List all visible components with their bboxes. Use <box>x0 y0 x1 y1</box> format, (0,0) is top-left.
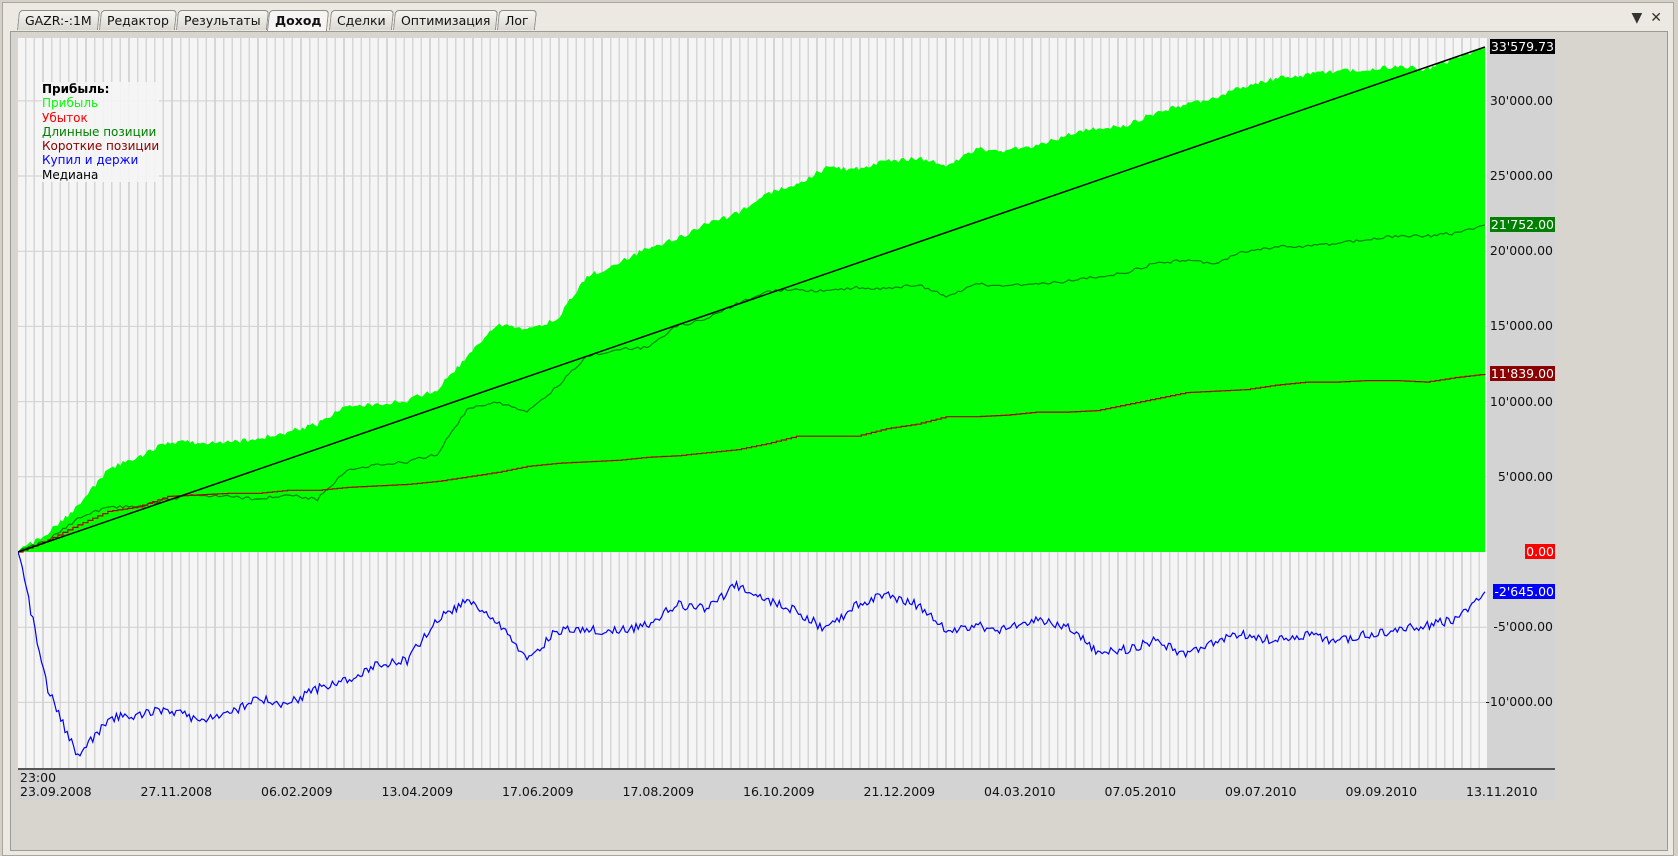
x-tick-label: 07.05.2010 <box>1104 784 1177 799</box>
legend-item: Короткие позиции <box>42 139 160 154</box>
y-tick-label: 20'000.00 <box>1489 243 1553 259</box>
tab-label: Оптимизация <box>400 13 491 28</box>
legend-item: Длинные позиции <box>42 124 157 139</box>
tab-label: Сделки <box>336 13 386 28</box>
tab-2[interactable]: Результаты <box>175 10 269 30</box>
y-tick-label: 15'000.00 <box>1489 318 1553 334</box>
x-tick-label: 13.11.2010 <box>1466 784 1538 799</box>
y-tick-label: 10'000.00 <box>1489 393 1553 409</box>
y-tick-label: -5'000.00 <box>1493 619 1553 635</box>
x-tick-label: 06.02.2009 <box>261 784 333 799</box>
x-tick-label: 17.08.2009 <box>622 784 695 799</box>
legend: Прибыль: Прибыль Убыток Длинные позиции Кор… <box>42 82 160 183</box>
legend-item: Медиана <box>42 167 99 182</box>
x-tick-label: 04.03.2010 <box>984 784 1056 799</box>
close-icon[interactable]: ✕ <box>1650 10 1662 26</box>
window-controls: ▼ ✕ <box>1631 10 1662 26</box>
legend-item: Убыток <box>42 110 88 125</box>
y-tick-label: 30'000.00 <box>1489 92 1553 108</box>
tab-label: Редактор <box>106 13 169 28</box>
dropdown-menu-icon[interactable]: ▼ <box>1631 10 1642 26</box>
y-axis: 30'000.00 25'000.00 20'000.00 15'000.00 10'0… <box>1485 38 1555 768</box>
y-tick-label: -10'000.00 <box>1485 694 1553 710</box>
equity-chart[interactable]: Прибыль: Прибыль Убыток Длинные позиции Кор… <box>18 38 1487 768</box>
x-tick-label: 17.06.2009 <box>502 784 574 799</box>
x-tick-label: 09.07.2010 <box>1225 784 1297 799</box>
tab-5[interactable]: Оптимизация <box>392 10 499 30</box>
chart-svg <box>18 46 1487 757</box>
tab-0[interactable]: GAZR:-:1M <box>16 10 100 30</box>
x-tick-label: 27.11.2008 <box>140 784 213 799</box>
y-tick-label: 25'000.00 <box>1489 168 1553 184</box>
legend-item: Прибыль <box>42 96 99 111</box>
y-tick-label: 5'000.00 <box>1497 468 1553 484</box>
tab-label: Доход <box>275 13 322 28</box>
tab-label: Лог <box>505 13 529 28</box>
last-value-loss: 0.00 <box>1525 544 1555 559</box>
legend-item: Купил и держи <box>42 153 139 168</box>
series-buyhold-line <box>18 551 1486 757</box>
last-value-long: 21'752.00 <box>1489 216 1555 232</box>
tab-bar: GAZR:-:1M Редактор Результаты Доход Сделки Оп… <box>16 10 537 32</box>
x-tick-label: 09.09.2010 <box>1345 784 1418 799</box>
last-value-profit: 33'579.73 <box>1489 39 1555 54</box>
last-value-short: 11'839.00 <box>1489 365 1555 381</box>
x-tick-label: 21.12.2009 <box>863 784 936 799</box>
tab-label: GAZR:-:1M <box>24 13 92 28</box>
x-axis-start-time: 23:00 <box>20 770 57 785</box>
tab-4[interactable]: Сделки <box>328 10 394 30</box>
x-tick-label: 13.04.2009 <box>381 784 454 799</box>
tab-label: Результаты <box>183 13 261 28</box>
x-axis: 23:00 23.09.2008 27.11.2008 06.02.2009 13.0… <box>18 768 1555 800</box>
tab-1[interactable]: Редактор <box>98 10 177 30</box>
legend-title: Прибыль: <box>42 82 110 96</box>
tab-6[interactable]: Лог <box>497 10 537 30</box>
last-value-buyhold: -2'645.00 <box>1493 583 1555 599</box>
x-tick-label: 23.09.2008 <box>20 784 92 799</box>
tab-3[interactable]: Доход <box>267 10 331 32</box>
x-tick-label: 16.10.2009 <box>743 784 815 799</box>
